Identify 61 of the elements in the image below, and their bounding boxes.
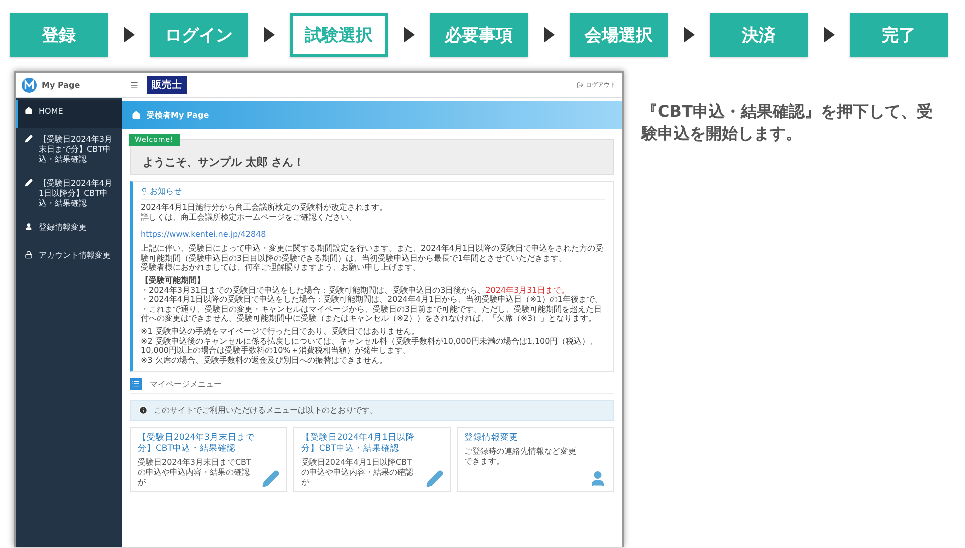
page-title: 受検者My Page	[147, 110, 210, 120]
notice-heading: 【受験可能期間】	[141, 276, 206, 286]
notice-text: 2024年4月1日施行分から商工会議所検定の受験料が改定されます。	[141, 203, 389, 213]
notice-text: ・2024年3月31日までの受験日で申込をした場合：受験可能期間は、受験申込日の3日後から、2024年3月31日まで。	[141, 286, 570, 295]
sidebar-item[interactable]: 【受験日2024年3月末日まで分】CBT申込・結果確認	[16, 128, 122, 172]
arrow-right-icon	[544, 27, 554, 43]
logo-text: My Page	[42, 80, 80, 90]
arrow-right-icon	[824, 27, 834, 43]
notice-text: ※1 受験申込の手続をマイページで行った日であり、受験日ではありません。	[141, 326, 420, 337]
step-label: ログイン	[150, 13, 248, 57]
menu-card[interactable]: 登録情報変更 ご登録時の連絡先情報など変更できます。	[456, 427, 614, 492]
home-icon	[25, 107, 33, 115]
logo-icon	[22, 78, 37, 92]
step-label: 登録	[10, 13, 108, 57]
menu-icon	[130, 80, 139, 90]
pencil-icon	[25, 179, 33, 187]
notice-link[interactable]: https://www.kentei.ne.jp/42848	[141, 230, 266, 240]
notice-text: ※3 欠席の場合、受験手数料の返金及び別日への振替はできません。	[141, 356, 388, 366]
arrow-right-icon	[684, 27, 694, 43]
lightbulb-icon	[141, 188, 148, 195]
logout-icon	[577, 82, 584, 88]
notice-title: お知らせ	[150, 186, 182, 197]
lock-icon	[25, 251, 33, 259]
home-icon	[132, 110, 141, 120]
step-label: 必要事項	[430, 13, 528, 57]
card-title: 登録情報変更	[464, 433, 520, 444]
menu-card[interactable]: 【受験日2024年3月末日まで分】CBT申込・結果確認 受験日2024年3月末日までCBTの申込や申込内容・結果の確認が	[130, 427, 288, 492]
pencil-icon	[25, 135, 33, 143]
sidebar-item[interactable]: 登録情報変更	[16, 216, 122, 244]
card-description: ご登録時の連絡先情報など変更できます。	[464, 447, 578, 466]
card-description: 受験日2024年3月末日までCBTの申込や申込内容・結果の確認が	[138, 458, 252, 488]
card-title: 【受験日2024年3月末日まで分】CBT申込・結果確認	[138, 433, 256, 456]
sidebar-item[interactable]: 【受験日2024年4月1日以降分】CBT申込・結果確認	[16, 172, 122, 216]
instruction-text: 『CBT申込・結果確認』を押下して、受験申込を開始します。	[642, 101, 934, 145]
sidebar-item[interactable]: HOME	[16, 100, 122, 128]
section-title: マイページメニュー	[150, 378, 222, 390]
notice-text: ・これまで通り、受験日の変更・キャンセルはマイページから、受験日の3日前まで可能です。ただし、受験可能期間を超えた日付への変更はできません。受験可能期間中に受験（またはキャンセル（※2））をされなければ、「欠席（※3）」となります。	[141, 304, 604, 324]
category-badge: 販売士	[147, 76, 187, 94]
welcome-message: ようこそ、サンプル 太郎 さん！	[143, 156, 305, 169]
card-title: 【受験日2024年4月1日以降分】CBT申込・結果確認	[301, 433, 416, 456]
notice-text: ・2024年4月1日以降の受験日で申込をした場合：受験可能期間は、2024年4月1日から、当初受験申込日（※1）の1年後まで。	[141, 295, 604, 305]
sidebar-item[interactable]: アカウント情報変更	[16, 244, 122, 272]
step-label: 会場選択	[570, 13, 668, 57]
arrow-right-icon	[264, 27, 274, 43]
arrow-right-icon	[124, 27, 134, 43]
step-label: 決済	[710, 13, 808, 57]
info-text: このサイトでご利用いただけるメニューは以下のとおりです。	[154, 405, 378, 416]
user-icon	[25, 223, 33, 231]
info-icon	[139, 406, 148, 416]
list-icon	[130, 378, 142, 390]
notice-text: 上記に伴い、受験日によって申込・変更に関する期間設定を行います。また、2024年4月1日以降の受験日で申込をされた方の受験可能期間（受験申込日の3日目以降の受験できる期間）は、当初受験申込日から最長で1年間とさせていただきます。	[141, 244, 605, 263]
step-label: 完了	[850, 13, 948, 57]
card-description: 受験日2024年4月1日以降CBTの申込や申込内容・結果の確認が	[301, 458, 414, 488]
notice-text: 受験者様におかれましては、何卒ご理解賜りますよう、お願い申し上げます。	[141, 263, 422, 273]
pencil-icon	[262, 470, 280, 488]
menu-card[interactable]: 【受験日2024年4月1日以降分】CBT申込・結果確認 受験日2024年4月1日以降CBTの申込や申込内容・結果の確認が	[293, 427, 451, 492]
pencil-icon	[426, 470, 444, 488]
step-label: 試験選択	[290, 13, 388, 57]
notice-text: 詳しくは、商工会議所検定ホームページをご確認ください。	[141, 212, 358, 222]
notice-text: ※2 受験申込後のキャンセルに係る払戻しについては、キャンセル料（受験手数料が10,000円未満の場合は1,100円（税込）、10,000円以上の場合は受験手数料の10%＋消費税相当額）が発生します。	[141, 336, 600, 356]
arrow-right-icon	[404, 27, 414, 43]
